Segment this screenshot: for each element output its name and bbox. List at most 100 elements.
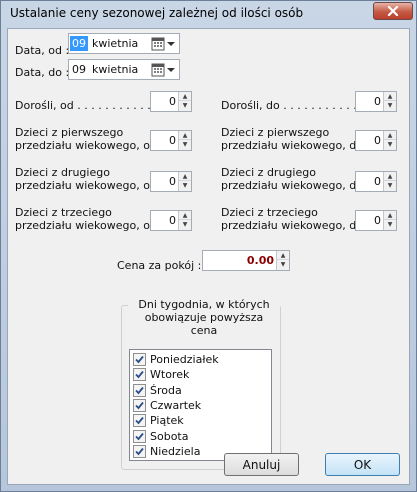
kids1-to-value[interactable]: 0 (374, 134, 381, 147)
kids1-from-label-line2: przedziału wiekowego, od . (15, 139, 164, 152)
kids1-to-label-line1: Dzieci z pierwszego (221, 126, 330, 139)
checkmark-icon (135, 371, 144, 379)
spin-down-icon[interactable]: ▼ (384, 220, 396, 229)
kids3-to-spinner[interactable]: 0 ▲ ▼ (355, 210, 397, 231)
spin-down-icon[interactable]: ▼ (179, 220, 191, 229)
weekdays-group-title: Dni tygodnia, w których obowiązuje powyż… (128, 298, 280, 337)
dialog-body: Data, od : 09 kwietnia Data, do : 09 kwi… (7, 28, 410, 485)
kids3-from-label-line2: przedziału wiekowego, od . (15, 219, 164, 232)
checkmark-icon (135, 447, 144, 456)
weekday-checkbox[interactable] (133, 353, 146, 366)
spin-down-icon[interactable]: ▼ (179, 140, 191, 149)
date-from-picker[interactable]: 09 kwietnia (68, 33, 180, 54)
weekday-checkbox[interactable] (133, 429, 146, 443)
date-to-label: Data, do : (15, 66, 70, 79)
weekday-item[interactable]: Piątek (133, 413, 184, 428)
spin-down-icon[interactable]: ▼ (179, 181, 191, 190)
weekday-checkbox[interactable] (133, 414, 146, 428)
spin-down-icon[interactable]: ▼ (179, 101, 191, 110)
kids2-to-label-line1: Dzieci z drugiego (221, 166, 316, 179)
window-title: Ustalanie ceny sezonowej zależnej od ilo… (10, 6, 304, 20)
close-icon (387, 6, 399, 16)
cancel-button[interactable]: Anuluj (224, 453, 299, 476)
weekdays-title-line1: Dni tygodnia, w których (138, 298, 270, 311)
spin-down-icon[interactable]: ▼ (384, 101, 396, 110)
spin-up-icon[interactable]: ▲ (384, 92, 396, 101)
checkmark-icon (135, 386, 144, 394)
weekday-checkbox[interactable] (133, 383, 146, 397)
weekday-label: Środa (150, 383, 182, 397)
close-button[interactable] (373, 2, 413, 20)
adults-from-spinner[interactable]: 0 ▲ ▼ (150, 91, 192, 112)
kids3-to-value[interactable]: 0 (374, 214, 381, 227)
weekday-item[interactable]: Niedziela (133, 444, 200, 459)
ok-button[interactable]: OK (325, 453, 400, 476)
kids3-from-value[interactable]: 0 (169, 214, 176, 227)
spin-up-icon[interactable]: ▲ (384, 211, 396, 220)
spin-up-icon[interactable]: ▲ (384, 172, 396, 181)
date-from-day[interactable]: 09 (70, 36, 88, 51)
spin-down-icon[interactable]: ▼ (384, 140, 396, 149)
kids1-to-spinner[interactable]: 0 ▲ ▼ (355, 130, 397, 151)
kids2-from-value[interactable]: 0 (169, 175, 176, 188)
kids3-to-label-line1: Dzieci z trzeciego (221, 206, 318, 219)
spin-up-icon[interactable]: ▲ (179, 131, 191, 140)
spin-up-icon[interactable]: ▲ (384, 131, 396, 140)
weekday-item[interactable]: Poniedziałek (133, 352, 219, 367)
title-bar[interactable]: Ustalanie ceny sezonowej zależnej od ilo… (1, 1, 416, 27)
weekday-item[interactable]: Sobota (133, 429, 188, 444)
adults-from-label: Dorośli, od . . . . . . . . . . . . (15, 99, 158, 112)
kids3-from-spinner[interactable]: 0 ▲ ▼ (150, 210, 192, 231)
weekday-item[interactable]: Czwartek (133, 398, 201, 413)
weekday-item[interactable]: Środa (133, 383, 182, 398)
weekday-item[interactable]: Wtorek (133, 367, 189, 382)
kids1-from-value[interactable]: 0 (169, 134, 176, 147)
weekday-checkbox[interactable] (133, 444, 146, 458)
weekday-checkbox[interactable] (133, 368, 146, 382)
kids2-to-label-line2: przedziału wiekowego, do (221, 179, 363, 192)
kids2-from-label-line1: Dzieci z drugiego (15, 166, 110, 179)
kids3-from-label-line1: Dzieci z trzeciego (15, 206, 112, 219)
price-spinner[interactable]: 0.00 ▲ ▼ (202, 250, 290, 271)
weekday-label: Piątek (150, 414, 184, 428)
kids3-to-label-line2: przedziału wiekowego, do . (221, 219, 370, 232)
weekday-label: Czwartek (150, 398, 202, 412)
spin-up-icon[interactable]: ▲ (179, 211, 191, 220)
spin-up-icon[interactable]: ▲ (179, 92, 191, 101)
kids1-from-spinner[interactable]: 0 ▲ ▼ (150, 130, 192, 151)
kids2-to-value[interactable]: 0 (374, 175, 381, 188)
weekdays-checklist[interactable]: Poniedziałek Wtorek Środa Czwartek Piątek Sob… (129, 349, 272, 461)
adults-to-label: Dorośli, do . . . . . . . . . . . . (221, 99, 364, 112)
spin-up-icon[interactable]: ▲ (179, 172, 191, 181)
calendar-dropdown-icon[interactable] (151, 37, 177, 51)
price-label: Cena za pokój : (117, 259, 202, 272)
spin-down-icon[interactable]: ▼ (277, 260, 289, 269)
kids2-from-label-line2: przedziału wiekowego, od (15, 179, 157, 192)
checkmark-icon (135, 432, 144, 440)
date-to-day[interactable]: 09 (70, 62, 88, 77)
weekday-label: Niedziela (150, 444, 201, 458)
weekdays-group: Dni tygodnia, w których obowiązuje powyż… (121, 298, 281, 470)
date-from-month[interactable]: kwietnia (92, 37, 138, 50)
date-to-month[interactable]: kwietnia (92, 63, 138, 76)
adults-to-spinner[interactable]: 0 ▲ ▼ (355, 91, 397, 112)
date-from-label: Data, od : (15, 44, 70, 57)
calendar-dropdown-icon[interactable] (151, 63, 177, 77)
adults-to-value[interactable]: 0 (374, 95, 381, 108)
kids1-from-label-line1: Dzieci z pierwszego (15, 126, 124, 139)
price-value[interactable]: 0.00 (247, 254, 274, 267)
adults-from-value[interactable]: 0 (169, 95, 176, 108)
weekday-checkbox[interactable] (133, 398, 146, 412)
spin-down-icon[interactable]: ▼ (384, 181, 396, 190)
checkmark-icon (135, 401, 144, 410)
weekday-label: Wtorek (150, 368, 190, 382)
checkmark-icon (135, 355, 144, 364)
kids1-to-label-line2: przedziału wiekowego, do . (221, 139, 370, 152)
kids2-from-spinner[interactable]: 0 ▲ ▼ (150, 171, 192, 192)
dialog-window: Ustalanie ceny sezonowej zależnej od ilo… (0, 0, 417, 492)
weekdays-title-line2: obowiązuje powyższa cena (144, 311, 264, 337)
spin-up-icon[interactable]: ▲ (277, 251, 289, 260)
kids2-to-spinner[interactable]: 0 ▲ ▼ (355, 171, 397, 192)
weekday-label: Poniedziałek (150, 353, 219, 366)
date-to-picker[interactable]: 09 kwietnia (68, 59, 180, 80)
